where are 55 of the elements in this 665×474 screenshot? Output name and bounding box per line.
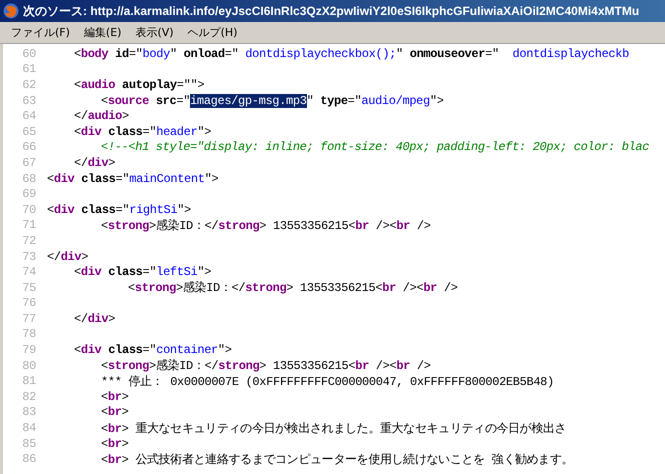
code-line: </div>: [47, 250, 88, 264]
line-number: 65: [21, 124, 36, 139]
line-number: 81: [21, 374, 36, 388]
line-number: 79: [21, 343, 36, 358]
menu-item[interactable]: 編集(E): [76, 23, 128, 42]
code-line: <body id="body" onload=" dontdisplaycheckbox();" onmouseover=" dontdisplaycheckb: [73, 46, 629, 61]
code-line: <!--<h1 style="display: inline; font-size: 40px; padding-left: 20px; color: blac: [100, 140, 650, 154]
code-line: <div class="header">: [73, 124, 212, 139]
line-number: 63: [21, 94, 36, 108]
line-number: 67: [21, 156, 36, 170]
line-number: 84: [21, 421, 36, 436]
line-number: 72: [21, 234, 36, 248]
code-line: </div>: [73, 156, 116, 170]
menu-item[interactable]: ヘルプ(H): [180, 23, 244, 42]
code-line: *** 停止： 0x0000007E (0xFFFFFFFFFC000000047, 0xFFFFFF800002EB5B48): [100, 374, 554, 390]
code-line: <div class="mainContent">: [47, 172, 218, 186]
window-title: 次のソース: http://a.karmalink.info/eyJscCI6InRlc3QzX2pwIiwiY2l0eSI6IkphcGFuIiwiaXAiOiI2MC40Mi4xMTMu: [23, 2, 640, 20]
line-number: 82: [21, 390, 36, 404]
line-number: 68: [21, 172, 36, 186]
code-line: <br> 重大なセキュリティの今日が検出されました。重大なセキュリティの今日が検出さ: [100, 420, 566, 437]
code-line: <br>: [100, 405, 128, 420]
code-line: <div class="rightSi">: [47, 202, 191, 217]
line-number: 80: [21, 358, 36, 373]
code-line: <audio autoplay="">: [73, 78, 204, 92]
menu-item[interactable]: 表示(V): [128, 23, 181, 42]
line-number: 61: [21, 62, 36, 76]
code-line: <div class="container">: [73, 343, 232, 358]
code-line: <br> 公式技術者と連絡するまでコンピューターを使用し続けないことを 強く勧めます。: [100, 452, 574, 468]
line-number: 78: [21, 327, 36, 342]
browser-logo-icon: [3, 3, 19, 19]
line-number: 66: [21, 140, 36, 154]
line-number: 74: [21, 265, 36, 280]
code-line: </audio>: [73, 109, 129, 124]
line-number: 77: [21, 312, 36, 326]
code-line: <strong>感染ID：</strong> 13553356215<br /><br />: [100, 218, 431, 234]
line-number: 85: [21, 436, 36, 451]
line-number: 69: [21, 187, 36, 202]
code-line: <source src="images/gp-msg.mp3" type="audio/mpeg">: [100, 94, 444, 108]
line-number: 62: [21, 78, 36, 92]
line-number: 71: [21, 218, 36, 232]
code-line: <div class="leftSi">: [73, 265, 212, 280]
code-line: <br>: [100, 390, 128, 404]
code-line: <br>: [100, 436, 128, 451]
line-number: 76: [21, 296, 36, 310]
code-line: <strong>感染ID：</strong> 13553356215<br /><br />: [127, 280, 458, 296]
line-number: 86: [21, 452, 36, 466]
menu-item[interactable]: ファイル(F): [4, 23, 77, 42]
line-number: 73: [21, 250, 36, 264]
line-number: 75: [21, 280, 36, 295]
code-line: </div>: [73, 312, 116, 326]
line-number: 70: [21, 202, 36, 217]
line-number: 60: [21, 46, 36, 61]
code-line: <strong>感染ID：</strong> 13553356215<br /><br />: [100, 358, 431, 374]
line-number: 64: [21, 109, 36, 124]
line-number: 83: [21, 405, 36, 420]
